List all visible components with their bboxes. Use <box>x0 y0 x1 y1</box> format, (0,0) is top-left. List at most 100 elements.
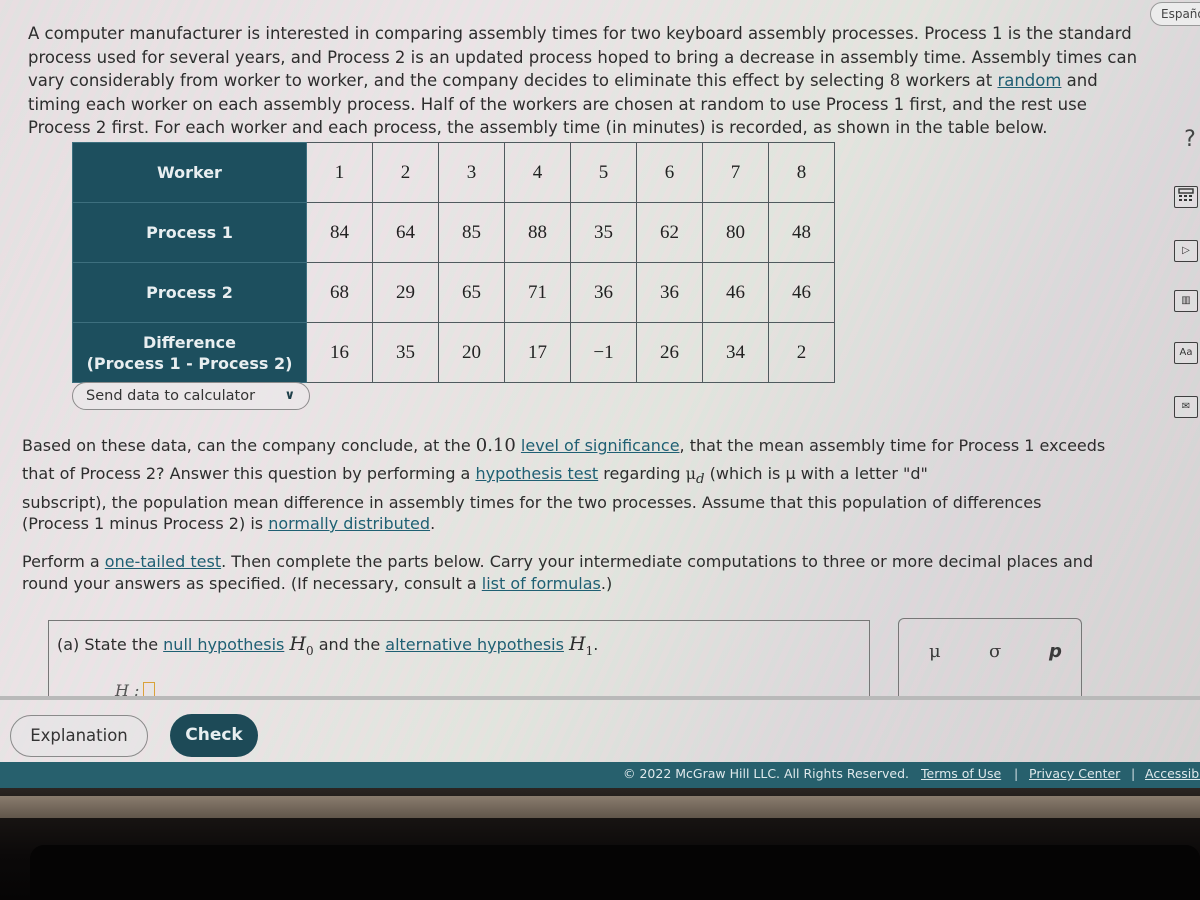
worker-cell: 2 <box>372 142 439 203</box>
question-text: Based on these data, can the company con… <box>22 436 476 455</box>
video-icon[interactable]: ▷ <box>1174 240 1198 262</box>
row-header-difference: Difference (Process 1 - Process 2) <box>72 322 307 383</box>
p-symbol-button[interactable]: p <box>1049 641 1062 662</box>
part-a-text: . <box>593 635 599 654</box>
accessibility-link[interactable]: Accessibi <box>1145 762 1200 786</box>
mu-symbol-button[interactable]: μ <box>929 641 941 662</box>
help-icon[interactable]: ? <box>1178 129 1200 152</box>
question-paragraph-1: Based on these data, can the company con… <box>22 432 1112 494</box>
row-header-process2: Process 2 <box>72 262 307 323</box>
process1-cell: 48 <box>768 202 835 263</box>
difference-label: Difference <box>142 332 237 352</box>
symbol-palette: μ σ p <box>898 618 1082 700</box>
ebook-icon[interactable]: ▥ <box>1174 290 1198 312</box>
worker-cell: 1 <box>306 142 373 203</box>
question-text: subscript), the population mean differen… <box>22 493 1042 533</box>
question-text: .) <box>600 574 613 593</box>
copyright-text: © 2022 McGraw Hill LLC. All Rights Reser… <box>623 766 910 781</box>
worker-cell: 6 <box>636 142 703 203</box>
mu-symbol: μ <box>685 464 697 483</box>
table-row-process2: Process 2 68 29 65 71 36 36 46 46 <box>72 262 835 323</box>
footer-separator: | <box>1131 766 1136 781</box>
difference-cell: 2 <box>768 322 835 383</box>
difference-cell: 17 <box>504 322 571 383</box>
h0-subscript: 0 <box>306 644 314 658</box>
table-row-worker: Worker 1 2 3 4 5 6 7 8 <box>72 142 835 203</box>
random-link[interactable]: random <box>997 71 1061 90</box>
question-text: . <box>430 514 436 533</box>
normally-distributed-link[interactable]: normally distributed <box>268 514 430 533</box>
calculator-glyph <box>1178 188 1194 201</box>
h0-symbol: H <box>289 633 307 655</box>
worker-cell: 7 <box>702 142 769 203</box>
chevron-down-icon: ∨ <box>284 388 295 403</box>
difference-cell: 35 <box>372 322 439 383</box>
worker-cell: 3 <box>438 142 505 203</box>
worker-cell: 8 <box>768 142 835 203</box>
row-header-process1: Process 1 <box>72 202 307 263</box>
sigma-symbol-button[interactable]: σ <box>989 641 1001 662</box>
question-paragraph-2: subscript), the population mean differen… <box>22 492 1112 534</box>
footer-separator: | <box>1014 766 1019 781</box>
footer: © 2022 McGraw Hill LLC. All Rights Reser… <box>0 762 1200 788</box>
process1-cell: 88 <box>504 202 571 263</box>
hypothesis-test-link[interactable]: hypothesis test <box>475 464 598 483</box>
worker-count: 8 <box>889 71 901 90</box>
process2-cell: 46 <box>702 262 769 323</box>
screen: Español A computer manufacturer is inter… <box>0 0 1200 795</box>
difference-cell: −1 <box>570 322 637 383</box>
part-a-panel: (a) State the null hypothesis H0 and the… <box>48 620 870 700</box>
send-data-label: Send data to calculator <box>86 388 256 404</box>
terms-of-use-link[interactable]: Terms of Use <box>921 762 1001 786</box>
text-size-icon[interactable]: Aa <box>1174 342 1198 364</box>
process1-cell: 84 <box>306 202 373 263</box>
question-text: (which is μ with a letter "d" <box>704 464 928 483</box>
process1-cell: 64 <box>372 202 439 263</box>
h1-symbol: H <box>569 633 586 655</box>
list-of-formulas-link[interactable]: list of formulas <box>482 574 601 593</box>
significance-level: 0.10 <box>475 435 516 456</box>
problem-intro: A computer manufacturer is interested in… <box>28 22 1138 140</box>
calculator-icon[interactable] <box>1174 186 1198 208</box>
difference-cell: 34 <box>702 322 769 383</box>
mu-subscript: d <box>696 472 705 488</box>
process1-cell: 85 <box>438 202 505 263</box>
process2-cell: 29 <box>372 262 439 323</box>
process1-cell: 35 <box>570 202 637 263</box>
worker-cell: 4 <box>504 142 571 203</box>
send-data-to-calculator-button[interactable]: Send data to calculator ∨ <box>72 382 310 410</box>
worker-cell: 5 <box>570 142 637 203</box>
process1-cell: 80 <box>702 202 769 263</box>
process2-cell: 46 <box>768 262 835 323</box>
question-text: regarding <box>598 464 686 483</box>
difference-cell: 26 <box>636 322 703 383</box>
part-a-text: and the <box>313 635 386 654</box>
part-a-text: (a) State the <box>57 635 164 654</box>
table-row-difference: Difference (Process 1 - Process 2) 16 35… <box>72 322 835 383</box>
null-hypothesis-link[interactable]: null hypothesis <box>163 635 284 654</box>
process2-cell: 36 <box>636 262 703 323</box>
process2-cell: 68 <box>306 262 373 323</box>
question-text: Perform a <box>22 552 105 571</box>
panel-divider <box>0 696 1200 700</box>
one-tailed-test-link[interactable]: one-tailed test <box>105 552 221 571</box>
laptop-keyboard-area <box>30 845 1200 900</box>
privacy-center-link[interactable]: Privacy Center <box>1029 762 1120 786</box>
espanol-language-button[interactable]: Español <box>1150 2 1200 26</box>
difference-cell: 20 <box>438 322 505 383</box>
alternative-hypothesis-link[interactable]: alternative hypothesis <box>385 635 564 654</box>
explanation-button[interactable]: Explanation <box>10 715 148 757</box>
process2-cell: 36 <box>570 262 637 323</box>
check-button[interactable]: Check <box>170 714 258 757</box>
process2-cell: 71 <box>504 262 571 323</box>
mail-icon[interactable]: ✉ <box>1174 396 1198 418</box>
table-row-process1: Process 1 84 64 85 88 35 62 80 48 <box>72 202 835 263</box>
question-paragraph-3: Perform a one-tailed test. Then complete… <box>22 551 1122 595</box>
part-a-prompt: (a) State the null hypothesis H0 and the… <box>57 633 598 658</box>
level-of-significance-link[interactable]: level of significance <box>521 436 680 455</box>
assembly-times-table: Worker 1 2 3 4 5 6 7 8 Process 1 84 64 8… <box>72 142 835 383</box>
difference-cell: 16 <box>306 322 373 383</box>
intro-text-2: workers at <box>900 71 998 90</box>
laptop-hinge <box>0 796 1200 818</box>
row-header-worker: Worker <box>72 142 307 203</box>
